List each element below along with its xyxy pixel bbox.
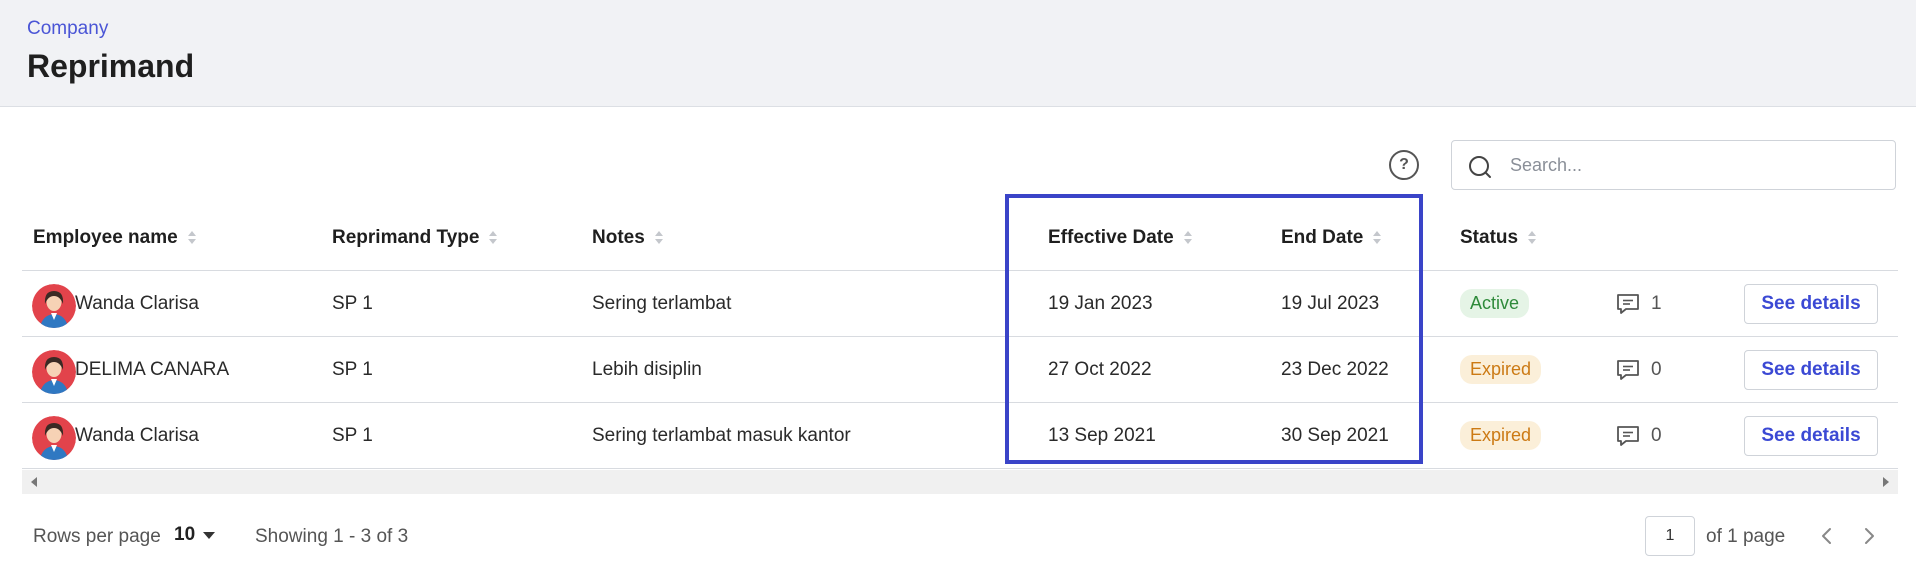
employee-name: DELIMA CANARA (75, 358, 230, 380)
avatar (32, 350, 76, 394)
rows-per-page-value: 10 (174, 524, 196, 545)
see-details-button[interactable]: See details (1744, 416, 1878, 456)
effective-date: 19 Jan 2023 (1048, 292, 1153, 314)
comment-count-value: 1 (1651, 292, 1662, 314)
effective-date: 13 Sep 2021 (1048, 424, 1156, 446)
column-header-notes[interactable]: Notes (592, 205, 664, 271)
search-input[interactable] (1510, 141, 1885, 189)
status-cell: Expired (1460, 403, 1542, 468)
sort-icon (1528, 230, 1537, 246)
see-details-button[interactable]: See details (1744, 284, 1878, 324)
employee-name: Wanda Clarisa (75, 424, 199, 446)
comment-count-value: 0 (1651, 358, 1662, 380)
rows-per-page-label: Rows per page (33, 526, 161, 547)
comment-count[interactable]: 1 (1615, 271, 1662, 336)
horizontal-scrollbar[interactable] (22, 470, 1898, 494)
column-label: Notes (592, 227, 645, 248)
sort-icon (187, 230, 197, 246)
comment-count-value: 0 (1651, 424, 1662, 446)
scroll-left-arrow-icon[interactable] (31, 477, 37, 487)
help-icon[interactable]: ? (1389, 150, 1419, 180)
column-label: Status (1460, 227, 1519, 248)
status-badge: Active (1460, 289, 1530, 318)
avatar (32, 284, 76, 328)
chevron-down-icon (203, 531, 216, 539)
column-header-end-date[interactable]: End Date (1281, 205, 1382, 271)
scroll-right-arrow-icon[interactable] (1883, 477, 1889, 487)
effective-date: 27 Oct 2022 (1048, 358, 1152, 380)
end-date: 23 Dec 2022 (1281, 358, 1389, 380)
table-header: Employee name Reprimand Type Notes Effec… (22, 205, 1898, 271)
reprimand-table: Employee name Reprimand Type Notes Effec… (22, 205, 1898, 469)
comment-icon (1617, 293, 1639, 314)
rows-per-page-select[interactable]: 10 (174, 524, 216, 546)
table-row: Wanda Clarisa SP 1 Sering terlambat masu… (22, 403, 1898, 469)
sort-icon (489, 230, 498, 246)
status-cell: Active (1460, 271, 1530, 336)
column-header-effective-date[interactable]: Effective Date (1048, 205, 1193, 271)
sort-icon (1183, 230, 1193, 246)
column-label: End Date (1281, 227, 1364, 248)
status-badge: Expired (1460, 355, 1542, 384)
column-label: Employee name (33, 227, 178, 248)
sort-icon (1373, 230, 1382, 246)
reprimand-type: SP 1 (332, 424, 373, 446)
end-date: 19 Jul 2023 (1281, 292, 1380, 314)
page-number-input[interactable] (1645, 516, 1695, 556)
column-label: Effective Date (1048, 227, 1174, 248)
page-count-label: of 1 page (1706, 526, 1786, 547)
breadcrumb-company[interactable]: Company (27, 18, 108, 40)
table-row: DELIMA CANARA SP 1 Lebih disiplin 27 Oct… (22, 337, 1898, 403)
reprimand-type: SP 1 (332, 358, 373, 380)
notes: Sering terlambat masuk kantor (592, 424, 851, 446)
comment-icon (1617, 359, 1639, 380)
column-header-status[interactable]: Status (1460, 205, 1537, 271)
avatar (32, 416, 76, 460)
comment-icon (1617, 425, 1639, 446)
notes: Sering terlambat (592, 292, 732, 314)
reprimand-type: SP 1 (332, 292, 373, 314)
chevron-left-icon[interactable] (1815, 524, 1839, 548)
table-row: Wanda Clarisa SP 1 Sering terlambat 19 J… (22, 271, 1898, 337)
chevron-right-icon[interactable] (1857, 524, 1881, 548)
end-date: 30 Sep 2021 (1281, 424, 1389, 446)
status-cell: Expired (1460, 337, 1542, 402)
column-label: Reprimand Type (332, 227, 480, 248)
employee-name: Wanda Clarisa (75, 292, 199, 314)
notes: Lebih disiplin (592, 358, 702, 380)
column-header-employee-name[interactable]: Employee name (33, 205, 197, 271)
comment-count[interactable]: 0 (1615, 337, 1662, 402)
page-header: Company Reprimand (0, 0, 1916, 107)
column-header-reprimand-type[interactable]: Reprimand Type (332, 205, 498, 271)
table-footer: Rows per page 10 Showing 1 - 3 of 3 of 1… (0, 512, 1916, 560)
comment-count[interactable]: 0 (1615, 403, 1662, 468)
page-title: Reprimand (27, 48, 195, 84)
see-details-button[interactable]: See details (1744, 350, 1878, 390)
status-badge: Expired (1460, 421, 1542, 450)
sort-icon (654, 230, 664, 246)
search-icon (1469, 156, 1491, 178)
search-box[interactable] (1451, 140, 1896, 190)
showing-count: Showing 1 - 3 of 3 (255, 526, 409, 547)
